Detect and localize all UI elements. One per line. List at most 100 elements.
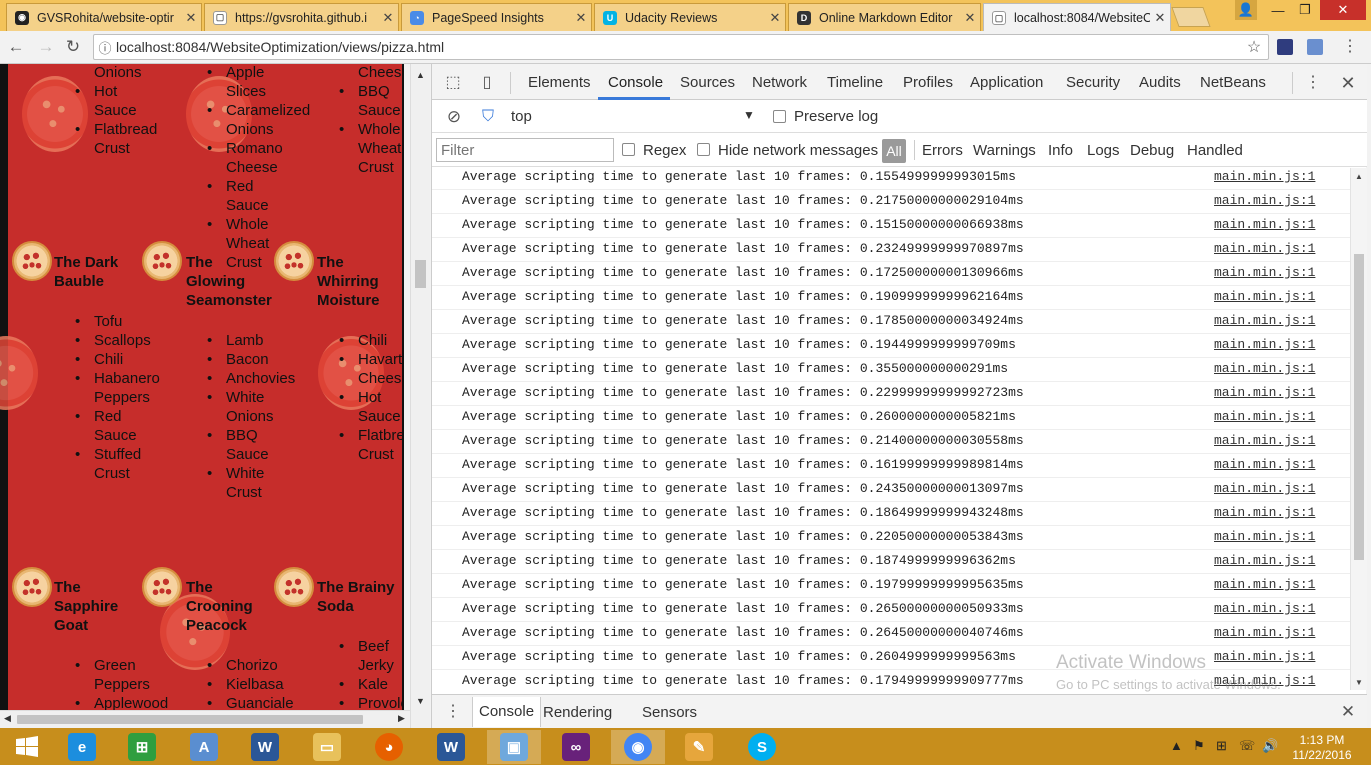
console-log-row[interactable]: Average scripting time to generate last … <box>432 598 1350 622</box>
scroll-left-arrow-icon[interactable]: ◀ <box>4 713 11 724</box>
page-horizontal-scrollbar[interactable]: ◀ ▶ <box>0 710 410 728</box>
virtualbox-icon[interactable]: ▣ <box>487 730 541 764</box>
console-filter-input[interactable] <box>436 138 614 162</box>
hide-network-checkbox[interactable] <box>697 143 710 156</box>
log-source-link[interactable]: main.min.js:1 <box>1214 481 1315 496</box>
console-log-row[interactable]: Average scripting time to generate last … <box>432 214 1350 238</box>
user-profile-icon[interactable]: 👤 <box>1235 0 1257 20</box>
drawer-tab-sensors[interactable]: Sensors <box>642 704 697 721</box>
execution-context-select[interactable]: top <box>511 108 532 125</box>
volume-icon[interactable]: 🔊 <box>1262 738 1278 754</box>
address-bar[interactable]: ⓘ localhost:8084/WebsiteOptimization/vie… <box>93 34 1269 60</box>
forward-button[interactable]: → <box>36 37 56 57</box>
log-source-link[interactable]: main.min.js:1 <box>1214 265 1315 280</box>
devtools-tab-console[interactable]: Console <box>608 74 663 91</box>
inspect-element-icon[interactable]: ⬚ <box>442 72 464 94</box>
console-log-row[interactable]: Average scripting time to generate last … <box>432 286 1350 310</box>
console-log-row[interactable]: Average scripting time to generate last … <box>432 502 1350 526</box>
tab-close-icon[interactable]: ✕ <box>378 10 398 26</box>
log-source-link[interactable]: main.min.js:1 <box>1214 409 1315 424</box>
level-filter-warnings[interactable]: Warnings <box>973 142 1036 159</box>
log-source-link[interactable]: main.min.js:1 <box>1214 433 1315 448</box>
close-window-button[interactable]: ✕ <box>1320 0 1366 20</box>
firefox-icon[interactable]: ◕ <box>362 730 416 764</box>
page-info-icon[interactable]: ⓘ <box>94 38 116 57</box>
clock[interactable]: 1:13 PM 11/22/2016 <box>1287 733 1357 763</box>
level-filter-info[interactable]: Info <box>1048 142 1073 159</box>
console-log-row[interactable]: Average scripting time to generate last … <box>432 334 1350 358</box>
console-log-row[interactable]: Average scripting time to generate last … <box>432 430 1350 454</box>
drawer-close-icon[interactable]: ✕ <box>1337 701 1359 723</box>
log-source-link[interactable]: main.min.js:1 <box>1214 553 1315 568</box>
devtools-tab-elements[interactable]: Elements <box>528 74 591 91</box>
drawer-tab-rendering[interactable]: Rendering <box>543 704 612 721</box>
console-log-area[interactable]: Average scripting time to generate last … <box>432 168 1350 690</box>
log-source-link[interactable]: main.min.js:1 <box>1214 649 1315 664</box>
page-vertical-scrollbar[interactable]: ▲ ▼ <box>410 64 430 728</box>
display-icon[interactable]: ⊞ <box>1216 738 1227 754</box>
browser-menu-icon[interactable]: ⋮ <box>1340 37 1360 57</box>
action-center-flag-icon[interactable]: ⚑ <box>1193 738 1205 754</box>
level-filter-errors[interactable]: Errors <box>922 142 963 159</box>
maximize-button[interactable]: ❐ <box>1292 0 1318 20</box>
console-log-row[interactable]: Average scripting time to generate last … <box>432 646 1350 670</box>
level-filter-logs[interactable]: Logs <box>1087 142 1120 159</box>
console-scrollbar[interactable]: ▲ ▼ <box>1350 168 1367 690</box>
tab-close-icon[interactable]: ✕ <box>765 10 785 26</box>
browser-tab[interactable]: ◔ PageSpeed Insights ✕ <box>401 3 592 31</box>
devtools-tab-profiles[interactable]: Profiles <box>903 74 953 91</box>
console-log-row[interactable]: Average scripting time to generate last … <box>432 168 1350 190</box>
log-source-link[interactable]: main.min.js:1 <box>1214 169 1315 184</box>
browser-tab[interactable]: U Udacity Reviews ✕ <box>594 3 786 31</box>
log-source-link[interactable]: main.min.js:1 <box>1214 361 1315 376</box>
console-log-row[interactable]: Average scripting time to generate last … <box>432 310 1350 334</box>
browser-tab[interactable]: D Online Markdown Editor ✕ <box>788 3 981 31</box>
internet-explorer-icon[interactable]: e <box>55 730 109 764</box>
preserve-log-checkbox[interactable] <box>773 110 786 123</box>
log-source-link[interactable]: main.min.js:1 <box>1214 505 1315 520</box>
console-log-row[interactable]: Average scripting time to generate last … <box>432 238 1350 262</box>
console-log-row[interactable]: Average scripting time to generate last … <box>432 406 1350 430</box>
level-filter-handled[interactable]: Handled <box>1187 142 1243 159</box>
notepad-icon[interactable]: A <box>177 730 231 764</box>
visual-studio-icon[interactable]: ∞ <box>549 730 603 764</box>
log-source-link[interactable]: main.min.js:1 <box>1214 577 1315 592</box>
level-filter-debug[interactable]: Debug <box>1130 142 1174 159</box>
word-icon[interactable]: W <box>238 730 292 764</box>
console-log-row[interactable]: Average scripting time to generate last … <box>432 478 1350 502</box>
console-log-row[interactable]: Average scripting time to generate last … <box>432 190 1350 214</box>
browser-tab[interactable]: ◉ GVSRohita/website-optir ✕ <box>6 3 202 31</box>
drawer-menu-icon[interactable]: ⋮ <box>442 701 464 723</box>
scroll-down-arrow-icon[interactable]: ▼ <box>1355 678 1363 687</box>
log-source-link[interactable]: main.min.js:1 <box>1214 529 1315 544</box>
log-source-link[interactable]: main.min.js:1 <box>1214 289 1315 304</box>
drawer-tab-console[interactable]: Console <box>472 697 542 727</box>
log-source-link[interactable]: main.min.js:1 <box>1214 601 1315 616</box>
browser-tab[interactable]: ▢ localhost:8084/WebsiteO ✕ <box>983 3 1171 32</box>
scrollbar-thumb[interactable] <box>1354 254 1364 560</box>
url-text[interactable]: localhost:8084/WebsiteOptimization/views… <box>116 39 1240 55</box>
filter-funnel-icon[interactable]: ⛉ <box>477 106 499 128</box>
bookmark-star-icon[interactable]: ☆ <box>1240 37 1268 57</box>
windows-start-icon[interactable] <box>0 730 54 764</box>
word-doc-icon[interactable]: W <box>424 730 478 764</box>
paint-icon[interactable]: ✎ <box>672 730 726 764</box>
context-dropdown-arrow-icon[interactable]: ▼ <box>743 108 755 122</box>
devtools-tab-audits[interactable]: Audits <box>1139 74 1181 91</box>
console-log-row[interactable]: Average scripting time to generate last … <box>432 622 1350 646</box>
log-source-link[interactable]: main.min.js:1 <box>1214 457 1315 472</box>
tab-close-icon[interactable]: ✕ <box>960 10 980 26</box>
log-source-link[interactable]: main.min.js:1 <box>1214 625 1315 640</box>
console-log-row[interactable]: Average scripting time to generate last … <box>432 454 1350 478</box>
store-icon[interactable]: ⊞ <box>115 730 169 764</box>
extension-icon[interactable] <box>1277 39 1293 55</box>
file-explorer-icon[interactable]: ▭ <box>300 730 354 764</box>
devtools-tab-network[interactable]: Network <box>752 74 807 91</box>
devtools-close-icon[interactable]: ✕ <box>1337 72 1359 94</box>
log-source-link[interactable]: main.min.js:1 <box>1214 193 1315 208</box>
console-log-row[interactable]: Average scripting time to generate last … <box>432 262 1350 286</box>
reload-button[interactable]: ↻ <box>63 37 83 57</box>
log-source-link[interactable]: main.min.js:1 <box>1214 313 1315 328</box>
clear-console-icon[interactable]: ⊘ <box>443 106 465 128</box>
scrollbar-thumb[interactable] <box>415 260 426 288</box>
